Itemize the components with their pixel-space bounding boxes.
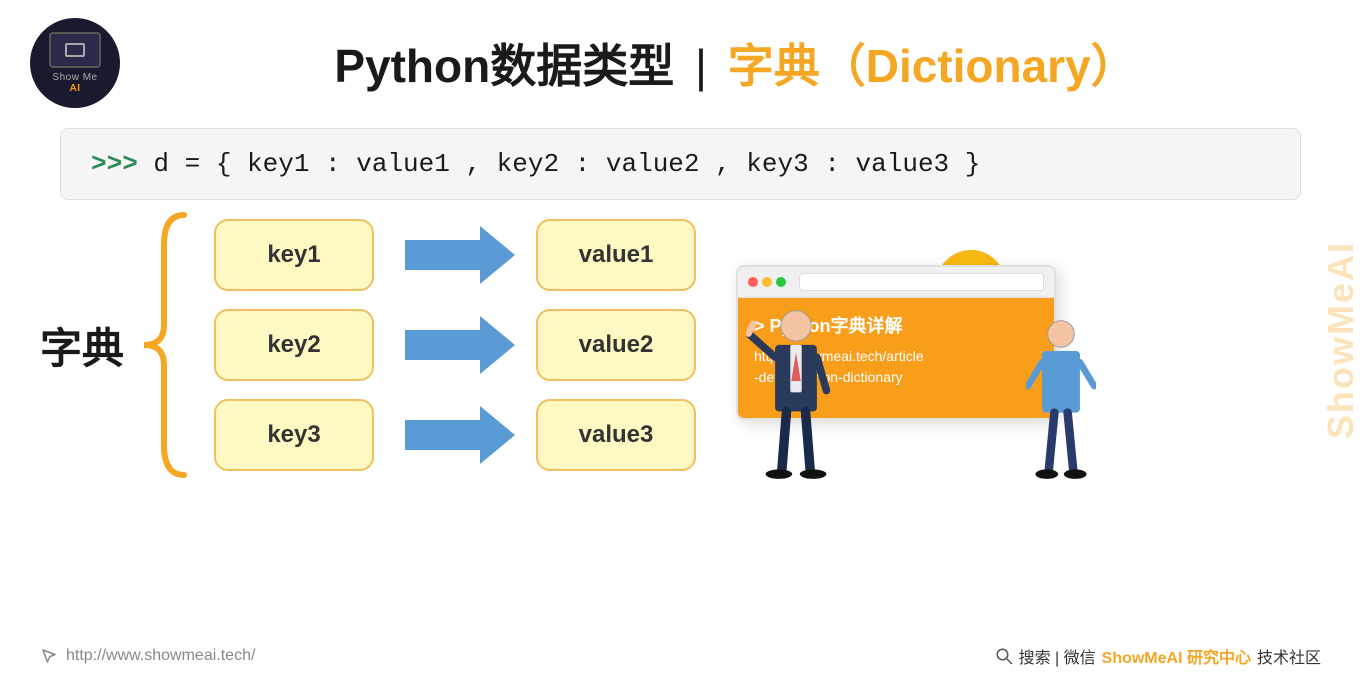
dot-yellow <box>762 277 772 287</box>
title-separator: | <box>695 40 720 92</box>
footer-community: 技术社区 <box>1257 644 1321 668</box>
footer-search: 搜索 | 微信 <box>1019 644 1096 668</box>
cursor-icon <box>40 647 58 665</box>
footer-right: 搜索 | 微信 ShowMeAI 研究中心 技术社区 <box>995 644 1321 668</box>
value-box-2: value2 <box>536 309 696 381</box>
logo: Show Me AI <box>30 18 120 108</box>
header: Show Me AI Python数据类型 | 字典（Dictionary） <box>0 0 1361 118</box>
value-box-3: value3 <box>536 399 696 471</box>
key-box-2: key2 <box>214 309 374 381</box>
code-content: d = { key1 : value1 , key2 : value2 , ke… <box>138 149 981 179</box>
page: ShowMeAI Show Me AI Python数据类型 | 字典（Dict… <box>0 0 1361 680</box>
figure-right <box>1026 315 1096 495</box>
arrow-1 <box>400 219 520 291</box>
arrow-3 <box>400 399 520 471</box>
code-prompt: >>> <box>91 149 138 179</box>
browser-bar <box>738 267 1054 298</box>
title-prefix: Python数据类型 <box>334 40 674 92</box>
arrows-section <box>400 219 520 471</box>
browser-dots <box>748 277 786 287</box>
footer-brand: ShowMeAI 研究中心 <box>1102 644 1251 668</box>
footer-url-text: http://www.showmeai.tech/ <box>66 647 255 665</box>
arrow-2 <box>400 309 520 381</box>
code-block: >>> d = { key1 : value1 , key2 : value2 … <box>60 128 1301 200</box>
key-box-1: key1 <box>214 219 374 291</box>
page-title: Python数据类型 | 字典（Dictionary） <box>150 30 1321 96</box>
dot-green <box>776 277 786 287</box>
main-content: 字典 key1 key2 key3 <box>0 205 1361 485</box>
dict-label: 字典 <box>40 315 124 376</box>
keys-section: key1 key2 key3 <box>214 219 374 471</box>
dot-red <box>748 277 758 287</box>
logo-screen <box>49 32 101 68</box>
right-panel: > Python字典详解 http://showmeai.tech/articl… <box>736 205 1096 485</box>
logo-show: Show Me <box>52 72 97 83</box>
footer-url: http://www.showmeai.tech/ <box>40 647 255 665</box>
footer: http://www.showmeai.tech/ 搜索 | 微信 ShowMe… <box>0 644 1361 668</box>
person-figure <box>746 305 846 495</box>
key-box-3: key3 <box>214 399 374 471</box>
value-box-1: value1 <box>536 219 696 291</box>
title-highlight: 字典（Dictionary） <box>728 40 1137 92</box>
brace <box>134 205 194 485</box>
url-bar <box>799 273 1044 291</box>
values-section: value1 value2 value3 <box>536 219 696 471</box>
brace-svg <box>134 205 194 485</box>
search-icon <box>995 647 1013 665</box>
logo-ai: AI <box>70 83 81 94</box>
